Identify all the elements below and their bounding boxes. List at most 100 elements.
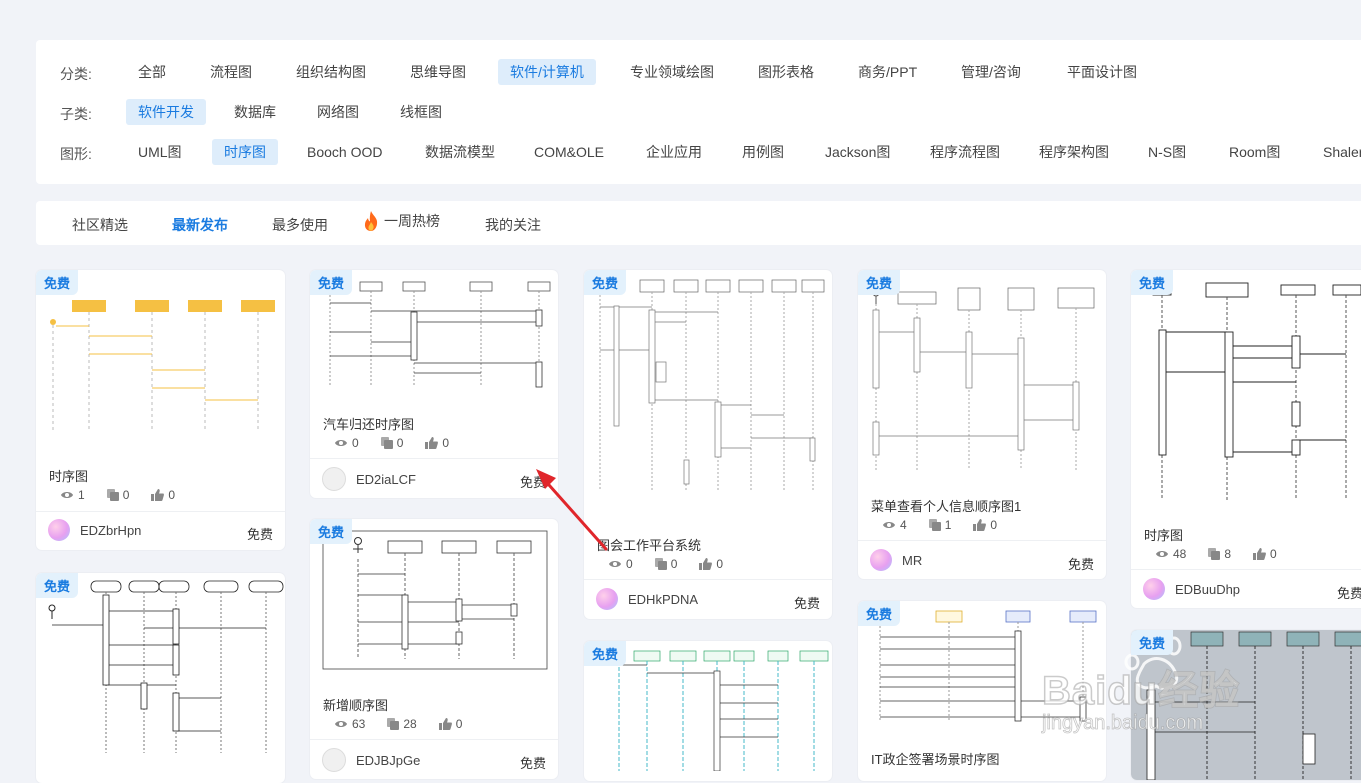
views-stat: 48 [1155, 547, 1186, 561]
copies-count: 8 [1224, 547, 1232, 561]
card-stats: 63 28 0 [334, 717, 484, 731]
avatar [322, 748, 346, 772]
category-chip-graph-table[interactable]: 图形表格 [746, 59, 826, 85]
tab-weekly-hot-label: 一周热榜 [384, 213, 440, 229]
shape-chip-jackson[interactable]: Jackson图 [813, 139, 902, 165]
card-author[interactable]: EDHkPDNA [596, 588, 698, 610]
likes-stat: 0 [425, 436, 449, 450]
thumbs-up-icon [151, 489, 165, 501]
free-badge: 免费 [36, 573, 79, 598]
category-chip-all[interactable]: 全部 [126, 59, 178, 85]
shape-chip-enterprise[interactable]: 企业应用 [634, 139, 714, 165]
subcategory-chip-wireframe[interactable]: 线框图 [388, 99, 454, 125]
fire-icon [364, 211, 378, 231]
template-card[interactable]: 免费 新增顺序图 63 28 0 EDJBJpGe 免费 [310, 519, 558, 779]
category-chip-software[interactable]: 软件/计算机 [498, 59, 596, 85]
card-author[interactable]: EDBuuDhp [1143, 578, 1240, 600]
copies-count: 0 [122, 488, 130, 502]
category-chip-professional[interactable]: 专业领域绘图 [618, 59, 726, 85]
template-card[interactable]: 免费 [584, 641, 832, 781]
card-stats: 1 0 0 [60, 488, 197, 502]
card-price: 免费 [793, 596, 820, 611]
likes-count: 0 [442, 436, 450, 450]
category-chip-graphic-design[interactable]: 平面设计图 [1055, 59, 1149, 85]
thumbs-up-icon [438, 718, 452, 730]
card-title: 菜单查看个人信息顺序图1 [871, 499, 1022, 514]
template-card[interactable]: 免费 图会工作平台系统 0 0 0 EDHkPDNA 免费 [584, 270, 832, 619]
template-card[interactable]: 免费 菜单查看个人信息顺序图1 4 1 0 MR 免费 [858, 270, 1106, 579]
eye-icon [883, 522, 895, 528]
card-author[interactable]: ED2iaLCF [322, 467, 416, 491]
views-stat: 4 [882, 518, 907, 532]
card-divider [1131, 569, 1361, 570]
shape-label: 图形: [60, 146, 92, 162]
card-author[interactable]: MR [870, 549, 922, 571]
template-card[interactable]: 免费 时序图 48 8 0 EDBuuDhp 免费 [1131, 270, 1361, 608]
author-name: MR [902, 552, 923, 568]
template-card[interactable]: 免费 IT政企签署场景时序图 [858, 601, 1106, 781]
template-card[interactable]: 免费 [1131, 630, 1361, 780]
free-badge: 免费 [584, 270, 627, 295]
eye-icon [61, 492, 73, 498]
card-divider [584, 579, 832, 580]
category-chip-mindmap[interactable]: 思维导图 [398, 59, 478, 85]
tab-following[interactable]: 我的关注 [485, 215, 541, 235]
copies-count: 1 [944, 518, 952, 532]
eye-icon [1156, 551, 1168, 557]
template-card[interactable]: 免费 时序图 1 0 0 EDZbrHpn 免费 [36, 270, 285, 550]
card-author[interactable]: EDZbrHpn [48, 519, 141, 541]
card-price: 免费 [519, 756, 546, 771]
tab-most-used[interactable]: 最多使用 [272, 215, 328, 235]
subcategory-chip-software-dev[interactable]: 软件开发 [126, 99, 206, 125]
shape-chip-program-arch[interactable]: 程序架构图 [1027, 139, 1121, 165]
category-chip-orgchart[interactable]: 组织结构图 [284, 59, 378, 85]
free-badge: 免费 [858, 601, 901, 626]
subcategory-chip-network[interactable]: 网络图 [305, 99, 371, 125]
sort-tabs: 社区精选 最新发布 最多使用 一周热榜 我的关注 [36, 201, 1361, 245]
tab-community-picks[interactable]: 社区精选 [72, 215, 128, 235]
shape-chip-booch[interactable]: Booch OOD [295, 139, 394, 165]
shape-chip-com-ole[interactable]: COM&OLE [522, 139, 616, 165]
shape-chip-shaler[interactable]: Shaler [1311, 139, 1361, 165]
shape-chip-sequence[interactable]: 时序图 [212, 139, 278, 165]
card-title: 时序图 [49, 469, 89, 484]
template-card[interactable]: 免费 [36, 573, 285, 783]
card-divider [310, 739, 558, 740]
template-card[interactable]: 免费 汽车归还时序图 0 0 0 ED2iaLCF 免费 [310, 270, 558, 498]
card-title: 新增顺序图 [323, 698, 389, 713]
free-badge: 免费 [858, 270, 901, 295]
author-name: EDZbrHpn [80, 522, 142, 538]
shape-chip-dataflow[interactable]: 数据流模型 [413, 139, 507, 165]
card-divider [36, 511, 285, 512]
shape-chip-program-flow[interactable]: 程序流程图 [918, 139, 1012, 165]
likes-count: 0 [168, 488, 176, 502]
copies-stat: 0 [380, 436, 403, 450]
copies-stat: 0 [654, 557, 677, 571]
free-badge: 免费 [310, 519, 353, 544]
shape-row: 图形: UML图 时序图 Booch OOD 数据流模型 COM&OLE 企业应… [36, 138, 1361, 166]
thumbs-up-icon [973, 519, 987, 531]
card-price: 免费 [246, 527, 273, 542]
shape-chip-ns[interactable]: N-S图 [1136, 139, 1198, 165]
shape-chip-usecase[interactable]: 用例图 [730, 139, 796, 165]
card-stats: 0 0 0 [334, 436, 471, 450]
category-chip-management[interactable]: 管理/咨询 [949, 59, 1033, 85]
category-chip-flowchart[interactable]: 流程图 [198, 59, 264, 85]
shape-chip-room[interactable]: Room图 [1217, 139, 1292, 165]
avatar [870, 549, 892, 571]
tab-weekly-hot[interactable]: 一周热榜 [362, 210, 440, 232]
category-label: 分类: [60, 66, 92, 82]
card-author[interactable]: EDJBJpGe [322, 748, 420, 772]
subcategory-chip-database[interactable]: 数据库 [222, 99, 288, 125]
shape-chip-uml[interactable]: UML图 [126, 139, 194, 165]
copies-stat: 1 [928, 518, 952, 532]
subcategory-row: 子类: 软件开发 数据库 网络图 线框图 [36, 98, 1361, 126]
diagram-thumbnail [48, 580, 284, 753]
tab-latest[interactable]: 最新发布 [172, 215, 228, 235]
views-count: 0 [352, 436, 359, 450]
copy-icon [380, 437, 393, 449]
card-title: IT政企签署场景时序图 [871, 752, 1000, 767]
card-title: 图会工作平台系统 [597, 538, 702, 553]
category-chip-business-ppt[interactable]: 商务/PPT [846, 59, 929, 85]
likes-count: 0 [716, 557, 724, 571]
